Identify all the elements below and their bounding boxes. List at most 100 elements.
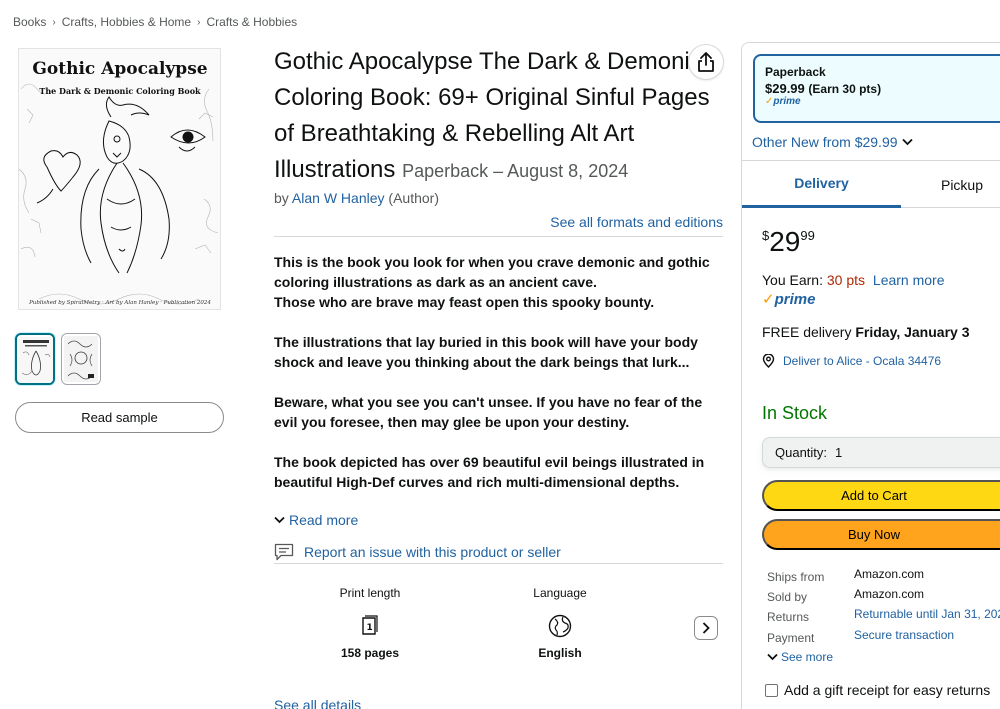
title-divider: [274, 236, 723, 237]
read-more-label: Read more: [289, 512, 359, 528]
prime-check-icon: ✓: [762, 291, 775, 308]
gift-receipt-checkbox[interactable]: [765, 683, 778, 697]
thumbnail-back-cover[interactable]: [61, 333, 101, 385]
format-price-value: $29.99: [765, 81, 805, 96]
thumbnail-front-image: [19, 337, 53, 383]
fulfillment-tabs: Delivery Pickup: [742, 160, 1000, 208]
main-product-image[interactable]: Gothic Apocalypse The Dark & Demonic Col…: [18, 48, 221, 310]
cover-subtitle: The Dark & Demonic Coloring Book: [39, 86, 201, 96]
see-more-label: See more: [781, 650, 834, 664]
description-paragraph: Beware, what you see you can't unsee. If…: [274, 392, 726, 432]
product-title-block: Gothic Apocalypse The Dark & Demonic Col…: [274, 44, 724, 189]
format-earn: (Earn 30 pts): [808, 82, 882, 96]
cover-title: Gothic Apocalypse: [32, 59, 207, 79]
see-all-details-link[interactable]: See all details: [274, 697, 361, 709]
description-paragraph: This is the book you look for when you c…: [274, 252, 726, 312]
description-paragraph: The illustrations that lay buried in thi…: [274, 332, 726, 372]
learn-more-link[interactable]: Learn more: [873, 272, 945, 288]
buy-now-button[interactable]: Buy Now: [762, 519, 1000, 550]
gift-receipt-label: Add a gift receipt for easy returns: [784, 682, 991, 698]
other-new-offers-link[interactable]: Other New from $29.99: [752, 134, 913, 150]
tab-delivery[interactable]: Delivery: [742, 161, 901, 208]
chevron-down-icon: [274, 516, 285, 524]
breadcrumb-crafts-hobbies[interactable]: Crafts & Hobbies: [206, 15, 297, 29]
thumbnail-front-cover[interactable]: [15, 333, 55, 385]
add-to-cart-button[interactable]: Add to Cart: [762, 480, 1000, 511]
detail-label: Print length: [339, 586, 401, 600]
info-value: Amazon.com: [854, 567, 925, 581]
byline-by: by: [274, 190, 289, 206]
delivery-date: Friday, January 3: [855, 324, 970, 340]
report-divider: [274, 563, 723, 564]
deliver-to-location[interactable]: Deliver to Alice - Ocala 34476: [762, 354, 941, 368]
detail-value: 158 pages: [340, 646, 400, 660]
deliver-to-label: Deliver to Alice - Ocala 34476: [783, 354, 942, 368]
cover-footer: Published by SpiralMetry · Art by Alan H…: [28, 300, 211, 306]
description-paragraph: The book depicted has over 69 beautiful …: [274, 452, 726, 492]
breadcrumb-books[interactable]: Books: [13, 15, 46, 29]
buybox-price: $2999: [762, 226, 815, 258]
share-button[interactable]: [688, 44, 724, 80]
carousel-next-button[interactable]: [694, 616, 718, 640]
earn-points: 30 pts: [826, 272, 866, 288]
svg-text:1: 1: [367, 623, 373, 633]
read-sample-button[interactable]: Read sample: [15, 402, 224, 433]
book-cover-illustration: Gothic Apocalypse The Dark & Demonic Col…: [19, 49, 220, 309]
product-title: Gothic Apocalypse The Dark & Demonic Col…: [274, 44, 719, 189]
free-delivery-label: FREE delivery: [762, 324, 852, 340]
see-all-formats-link[interactable]: See all formats and editions: [550, 214, 723, 230]
other-new-label: Other New from $29.99: [752, 134, 898, 150]
info-value: Amazon.com: [854, 587, 925, 601]
info-key: Ships from: [767, 570, 825, 584]
quantity-select[interactable]: Quantity: 1: [762, 437, 1000, 468]
author-link[interactable]: Alan W Hanley: [292, 190, 385, 206]
product-format-date: Paperback – August 8, 2024: [402, 161, 629, 181]
feedback-icon: [274, 543, 294, 561]
report-issue-link[interactable]: Report an issue with this product or sel…: [274, 543, 561, 561]
detail-language: Language English: [500, 586, 620, 660]
returns-policy-link[interactable]: Returnable until Jan 31, 2025: [854, 607, 1000, 621]
author-role: (Author): [388, 190, 439, 206]
detail-value: English: [538, 646, 582, 660]
earn-label: You Earn:: [762, 272, 823, 288]
globe-icon: [548, 614, 572, 638]
report-issue-label: Report an issue with this product or sel…: [304, 544, 561, 560]
description-line: This is the book you look for when you c…: [274, 254, 710, 290]
page-count-icon: 1: [358, 614, 382, 638]
detail-label: Language: [533, 586, 587, 600]
price-fraction: 99: [800, 228, 815, 243]
description-line: Beware, what you see you can't unsee. If…: [274, 394, 703, 430]
read-more-link[interactable]: Read more: [274, 512, 358, 528]
delivery-message: FREE delivery Friday, January 3: [762, 324, 970, 340]
price-symbol: $: [762, 228, 770, 243]
location-pin-icon: [762, 354, 775, 368]
description-line: The illustrations that lay buried in thi…: [274, 334, 698, 370]
info-key: Sold by: [767, 590, 808, 604]
prime-badge-small: ✓prime: [765, 96, 1000, 107]
thumbnail-back-image: [64, 336, 98, 382]
price-whole: 29: [769, 226, 801, 257]
tab-pickup[interactable]: Pickup: [912, 161, 1000, 208]
format-price: $29.99 (Earn 30 pts): [765, 81, 1000, 96]
product-description: This is the book you look for when you c…: [274, 252, 726, 512]
stock-status: In Stock: [762, 403, 828, 423]
info-key: Returns: [767, 610, 810, 624]
secure-transaction-link[interactable]: Secure transaction: [854, 628, 954, 642]
chevron-down-icon: [767, 653, 778, 661]
format-name: Paperback: [765, 65, 826, 79]
quantity-label: Quantity:: [775, 445, 828, 460]
product-details-carousel: Print length 1 158 pages Language Englis…: [274, 586, 724, 676]
quantity-value: 1: [835, 445, 843, 460]
chevron-right-icon: [702, 622, 710, 634]
see-more-link[interactable]: See more: [767, 650, 833, 664]
detail-print-length: Print length 1 158 pages: [310, 586, 430, 660]
points-earn: You Earn: 30 pts Learn more: [762, 272, 945, 288]
gift-receipt-option[interactable]: Add a gift receipt for easy returns: [765, 682, 990, 698]
description-line: Those who are brave may feast open this …: [274, 294, 655, 310]
chevron-down-icon: [901, 138, 913, 146]
breadcrumb-crafts-hobbies-home[interactable]: Crafts, Hobbies & Home: [62, 15, 191, 29]
breadcrumb: Books › Crafts, Hobbies & Home › Crafts …: [13, 15, 297, 29]
info-key: Payment: [767, 631, 815, 645]
breadcrumb-separator-icon: ›: [197, 16, 201, 28]
format-option-paperback[interactable]: Paperback $29.99 (Earn 30 pts) ✓prime: [753, 54, 1000, 123]
